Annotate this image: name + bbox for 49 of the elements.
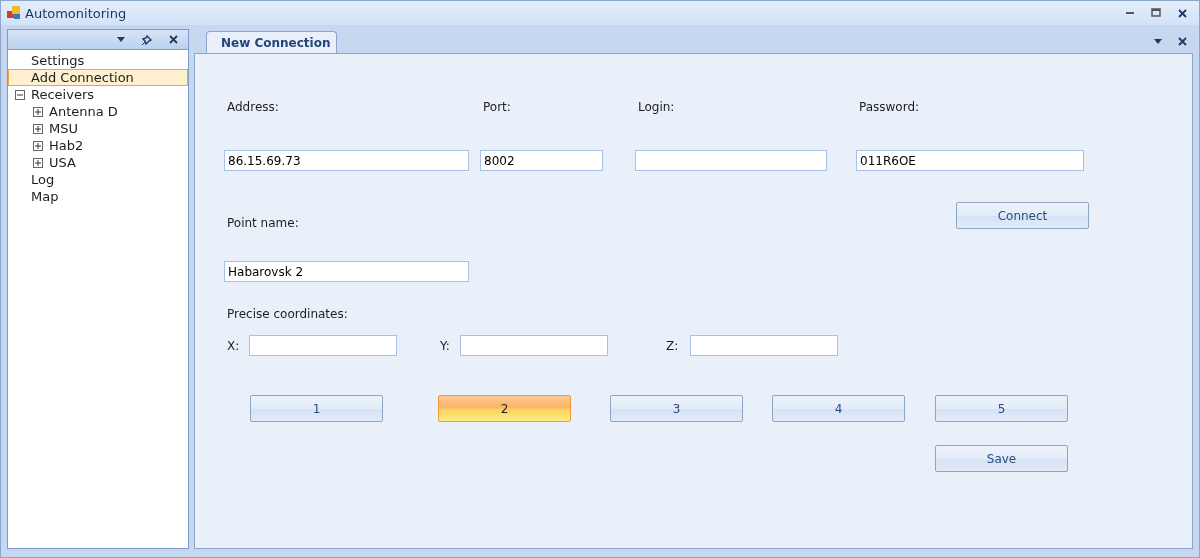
tree-item[interactable]: Log — [8, 171, 188, 188]
app-icon — [7, 6, 21, 20]
password-field[interactable]: 011R6OE — [856, 150, 1084, 171]
tree-item[interactable]: Settings — [8, 52, 188, 69]
z-field[interactable] — [690, 335, 839, 356]
tree-item[interactable]: Receivers — [8, 86, 188, 103]
tree-item[interactable]: USA — [8, 154, 188, 171]
port-field[interactable]: 8002 — [480, 150, 603, 171]
tree-item[interactable]: Antenna D — [8, 103, 188, 120]
point-name-field[interactable]: Habarovsk 2 — [224, 261, 469, 282]
coordinate-label: Y: — [440, 338, 450, 353]
tab[interactable]: New Connection — [206, 31, 338, 53]
tree-item[interactable]: Map — [8, 188, 188, 205]
maximize-icon — [1151, 8, 1161, 18]
page-button[interactable]: 5 — [935, 395, 1068, 422]
login-field[interactable] — [635, 150, 827, 171]
page-button[interactable]: 2 — [438, 395, 571, 422]
tree-item[interactable]: MSU — [8, 120, 188, 137]
field-label: Login: — [638, 100, 675, 114]
y-field[interactable] — [459, 335, 608, 356]
expand-icon[interactable] — [33, 140, 43, 151]
coordinate-label: Z: — [666, 338, 679, 353]
expand-icon[interactable] — [33, 157, 43, 168]
window-title: Automonitoring — [25, 5, 127, 21]
tree-item[interactable]: Add Connection — [8, 69, 188, 86]
expand-icon[interactable] — [33, 123, 43, 134]
expand-icon[interactable] — [33, 106, 43, 117]
page-button[interactable]: 1 — [250, 395, 383, 422]
close-icon — [168, 35, 178, 44]
close-icon — [1177, 36, 1187, 46]
x-field[interactable] — [249, 335, 398, 356]
page-button[interactable]: 3 — [610, 395, 743, 422]
tree-item[interactable]: Hab2 — [8, 137, 188, 154]
section-label: Precise coordinates: — [227, 307, 348, 321]
minimize-icon — [1126, 12, 1134, 14]
connect-button[interactable]: Connect — [956, 202, 1089, 229]
pin-icon — [142, 34, 152, 45]
field-label: Point name: — [227, 215, 299, 230]
field-label: Port: — [483, 100, 511, 114]
save-button[interactable]: Save — [935, 445, 1068, 472]
dropdown-icon — [117, 37, 125, 42]
field-label: Password: — [859, 100, 920, 114]
field-label: Address: — [227, 100, 279, 114]
collapse-icon[interactable] — [15, 89, 25, 100]
coordinate-label: X: — [227, 338, 240, 353]
address-field[interactable]: 86.15.69.73 — [224, 150, 469, 171]
page-button[interactable]: 4 — [772, 395, 905, 422]
dropdown-icon — [1154, 38, 1162, 44]
close-icon — [1177, 8, 1187, 18]
